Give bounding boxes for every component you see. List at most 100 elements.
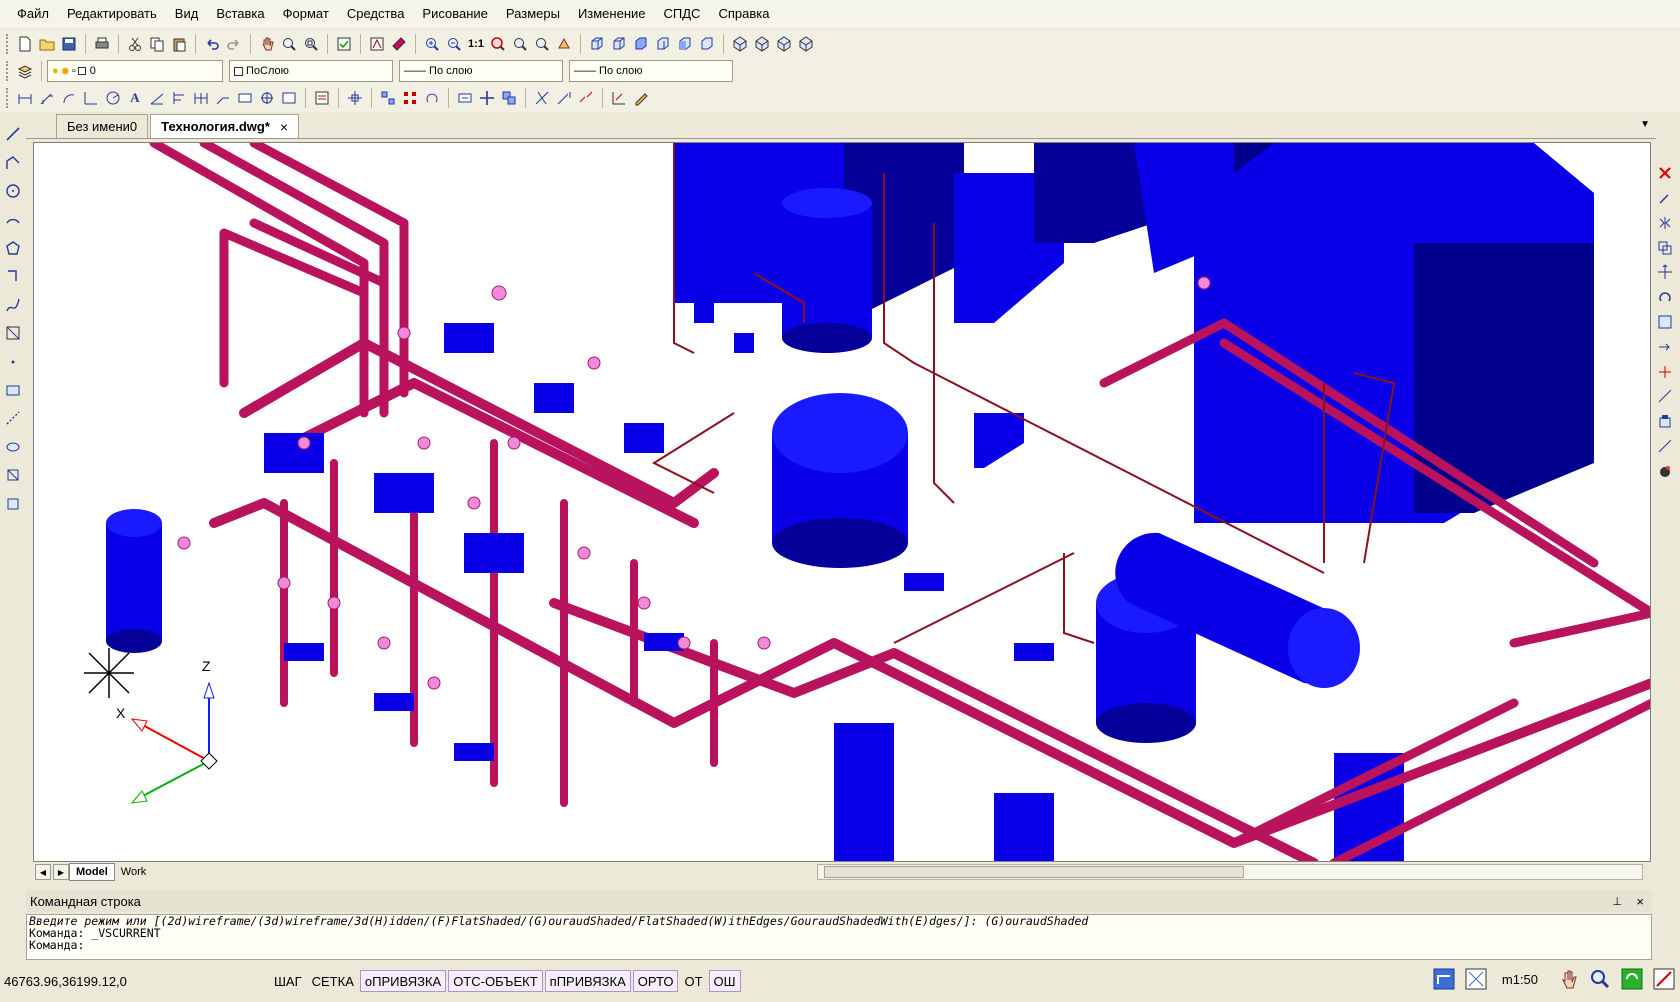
xline-icon[interactable] [2,408,24,428]
hatch-icon[interactable] [2,380,24,400]
iso-ne-icon[interactable] [773,33,795,55]
properties-icon[interactable] [333,33,355,55]
dim-edit-icon[interactable] [278,87,300,109]
pin-icon[interactable]: ⊥ [1612,895,1622,908]
tab-model[interactable]: Model [69,863,115,881]
osnap-toggle[interactable]: оПРИВЯЗКА [359,970,447,992]
view-back-icon[interactable] [696,33,718,55]
toolbar-grip[interactable] [6,34,10,54]
zoom-previous-icon[interactable] [531,33,553,55]
menu-view[interactable]: Вид [166,0,208,28]
lineweight-dropdown[interactable]: —— По слою [569,60,733,82]
menu-tools[interactable]: Средства [338,0,414,28]
dim-baseline-icon[interactable] [168,87,190,109]
dim-style-icon[interactable] [311,87,333,109]
dim-radius-icon[interactable] [102,87,124,109]
paste-icon[interactable] [168,33,190,55]
horizontal-scrollbar[interactable] [817,864,1643,880]
rotate-icon[interactable] [421,87,443,109]
polygon-icon[interactable] [2,238,24,258]
line-icon[interactable] [2,124,24,144]
copy-modify-icon[interactable] [1654,189,1676,208]
extend-icon[interactable] [553,87,575,109]
tab-work[interactable]: Work [115,863,152,881]
pan-status-icon[interactable] [1556,967,1580,991]
tool-palettes-icon[interactable] [388,33,410,55]
arc-icon[interactable] [2,209,24,229]
menu-file[interactable]: Файл [8,0,58,28]
menu-draw[interactable]: Рисование [413,0,496,28]
redo-icon[interactable] [223,33,245,55]
region-icon[interactable] [2,437,24,457]
design-center-icon[interactable] [366,33,388,55]
explode-icon[interactable] [454,87,476,109]
ellipse-icon[interactable] [2,323,24,343]
dim-continue-icon[interactable] [190,87,212,109]
extend-modify-icon[interactable] [1654,387,1676,406]
stretch-icon[interactable] [1654,337,1676,356]
menu-modify[interactable]: Изменение [569,0,655,28]
toolbar-grip[interactable] [6,88,10,108]
rotate-modify-icon[interactable] [1654,288,1676,307]
otrack-toggle[interactable]: ОТС-ОБЪЕКТ [448,970,543,992]
zoom-all-icon[interactable] [509,33,531,55]
clean-screen-icon[interactable] [1652,967,1676,991]
array-icon[interactable] [399,87,421,109]
polar-toggle[interactable]: ОТ [680,970,706,992]
zoom-window-icon[interactable] [300,33,322,55]
view-left-icon[interactable] [630,33,652,55]
regen-status-icon[interactable] [1620,967,1644,991]
dim-center-icon[interactable] [256,87,278,109]
polar-snap-toggle[interactable]: пПРИВЯЗКА [544,970,631,992]
chamfer-icon[interactable] [1654,436,1676,455]
tabs-dropdown-icon[interactable]: ▼ [1640,119,1650,130]
command-line[interactable]: Введите режим или [(2d)wireframe/(3d)wir… [26,914,1652,960]
undo-icon[interactable] [201,33,223,55]
pencil-icon[interactable] [630,87,652,109]
menu-format[interactable]: Формат [274,0,338,28]
annotation-scale[interactable]: m1:50 [1502,972,1538,987]
new-file-icon[interactable] [14,33,36,55]
offset-icon[interactable] [1654,238,1676,257]
layer-manager-icon[interactable] [14,60,36,82]
zoom-1to1-icon[interactable]: 1:1 [465,33,487,55]
ortho-toggle[interactable]: ОРТО [632,970,679,992]
polyline-icon[interactable] [2,152,24,172]
open-folder-icon[interactable] [36,33,58,55]
explode-modify-icon[interactable] [1654,461,1676,480]
tab-bez-imeni[interactable]: Без имени0 [56,114,149,138]
pan-icon[interactable] [256,33,278,55]
mirror-icon[interactable] [1654,214,1676,233]
dim-tolerance-icon[interactable] [234,87,256,109]
snap-mode-icon[interactable] [344,87,366,109]
iso-nw-icon[interactable] [795,33,817,55]
scrollbar-thumb[interactable] [824,866,1244,878]
color-dropdown[interactable]: ПоСлою [229,60,393,82]
print-icon[interactable] [91,33,113,55]
dim-leader-icon[interactable] [212,87,234,109]
menu-dimensions[interactable]: Размеры [497,0,569,28]
move-icon[interactable] [476,87,498,109]
grid-toggle[interactable]: СЕТКА [308,970,358,992]
spline-icon[interactable] [2,295,24,315]
zoom-extents-icon[interactable] [487,33,509,55]
close-icon[interactable]: × [1636,894,1644,909]
layer-dropdown[interactable]: ● ✹ ▫ 0 [47,60,223,82]
dim-text-icon[interactable]: A [124,87,146,109]
dim-linear-icon[interactable] [14,87,36,109]
insert-block-icon[interactable] [2,493,24,513]
circle-icon[interactable] [2,181,24,201]
regen-icon[interactable] [553,33,575,55]
menu-edit[interactable]: Редактировать [58,0,166,28]
tab-scroll-left-icon[interactable]: ◀ [35,864,51,880]
dim-ordinate-icon[interactable] [80,87,102,109]
erase-icon[interactable] [1654,164,1676,183]
dim-arc-icon[interactable] [58,87,80,109]
view-top-icon[interactable] [586,33,608,55]
group-icon[interactable] [377,87,399,109]
zoom-status-icon[interactable] [1588,967,1612,991]
copy-icon[interactable] [146,33,168,55]
close-tab-icon[interactable]: × [280,119,288,135]
tab-scroll-right-icon[interactable]: ▶ [53,864,69,880]
copy-object-icon[interactable] [498,87,520,109]
